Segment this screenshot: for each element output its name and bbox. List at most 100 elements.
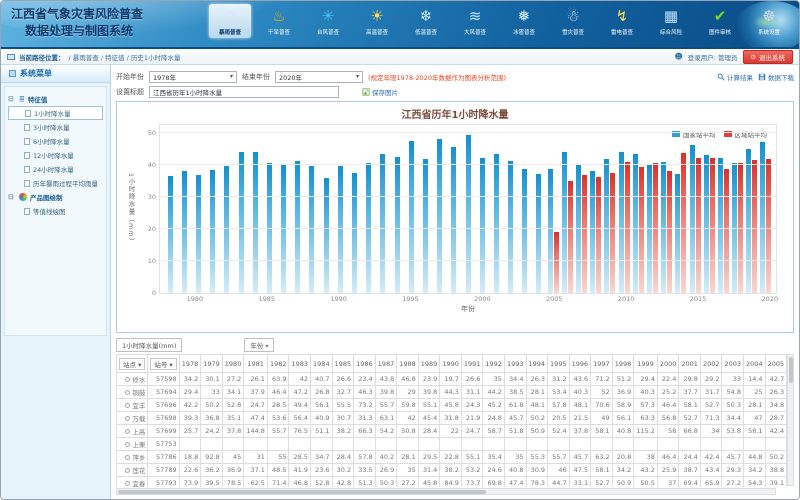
- bar-regional-2019[interactable]: [752, 160, 757, 293]
- column-header-year-1990[interactable]: 1990: [440, 355, 462, 373]
- column-header-year-2004[interactable]: 2004: [744, 355, 766, 373]
- column-header-year-1995[interactable]: 1995: [548, 355, 570, 373]
- column-header-year-1999[interactable]: 1999: [634, 355, 658, 373]
- bar-national-1986[interactable]: [281, 165, 286, 293]
- bar-regional-2005[interactable]: [554, 232, 559, 293]
- column-header-year-1994[interactable]: 1994: [526, 355, 548, 373]
- bar-national-1982[interactable]: [224, 166, 229, 293]
- bar-national-2019[interactable]: [746, 149, 751, 293]
- horizontal-scrollbar[interactable]: [116, 488, 776, 495]
- table-row-上高[interactable]: 上高5769925.724.237.8144.855.776.551.138.2…: [117, 425, 795, 438]
- bar-regional-2020[interactable]: [766, 159, 771, 293]
- toolbar-system-settings-button[interactable]: ☸系统设置: [748, 4, 790, 38]
- bar-national-1988[interactable]: [309, 166, 314, 293]
- sidebar-item-3小时降水量[interactable]: 3小时降水量: [8, 120, 103, 134]
- sidebar-item-1小时降水量[interactable]: 1小时降水量: [8, 106, 103, 120]
- column-header-station[interactable]: 站点 ▾: [117, 355, 148, 373]
- tree-group-1[interactable]: ⊟产品图绘制: [8, 190, 103, 204]
- bar-national-1990[interactable]: [338, 166, 343, 293]
- bar-national-1996[interactable]: [423, 159, 428, 293]
- bar-national-2005[interactable]: [548, 169, 553, 293]
- toolbar-map-review-button[interactable]: ✔图件审核: [699, 4, 741, 38]
- bar-national-1997[interactable]: [437, 139, 442, 293]
- scrollbar-thumb[interactable]: [118, 490, 486, 494]
- table-row-萍乡[interactable]: 萍乡5778618.892.845315528.534.728.457.840.…: [117, 451, 795, 464]
- sidebar-item-12小时降水量[interactable]: 12小时降水量: [8, 148, 103, 162]
- bar-national-2000[interactable]: [480, 158, 485, 293]
- vertical-scrollbar[interactable]: [787, 354, 794, 486]
- table-scroll-area[interactable]: 站点 ▾站号 ▾19781979198019811982198319841985…: [116, 354, 794, 487]
- row-expand-icon[interactable]: [125, 481, 130, 486]
- toolbar-lightning-button[interactable]: ↯雷电普查: [601, 4, 643, 38]
- toolbar-high-temp-button[interactable]: ☀高温普查: [356, 4, 398, 38]
- row-expand-icon[interactable]: [125, 390, 130, 395]
- row-expand-icon[interactable]: [125, 416, 130, 421]
- bar-national-1980[interactable]: [196, 175, 201, 293]
- bar-regional-2008[interactable]: [596, 177, 601, 293]
- column-header-year-2001[interactable]: 2001: [679, 355, 701, 373]
- bar-national-2007[interactable]: [576, 165, 581, 293]
- column-header-year-1988[interactable]: 1988: [397, 355, 419, 373]
- start-year-select[interactable]: 1978年 ▾: [149, 71, 237, 83]
- bar-national-2011[interactable]: [633, 154, 638, 293]
- bar-national-2008[interactable]: [590, 171, 595, 293]
- column-header-year-1978[interactable]: 1978: [179, 355, 201, 373]
- table-row-万载[interactable]: 万载5769839.336.835.147.453.656.440.930.73…: [117, 412, 795, 425]
- column-header-year-2003[interactable]: 2003: [722, 355, 744, 373]
- bar-regional-2013[interactable]: [667, 171, 672, 293]
- toolbar-snow-disaster-button[interactable]: ☃雪灾普查: [552, 4, 594, 38]
- row-expand-icon[interactable]: [125, 377, 130, 382]
- bar-national-2010[interactable]: [619, 152, 624, 293]
- save-image-button[interactable]: 保存图片: [362, 87, 398, 97]
- row-expand-icon[interactable]: [125, 455, 130, 460]
- row-expand-icon[interactable]: [125, 442, 130, 447]
- bar-national-2014[interactable]: [675, 174, 680, 293]
- table-row-上栗[interactable]: 上栗57753: [117, 438, 795, 451]
- bar-regional-2006[interactable]: [568, 181, 573, 293]
- column-header-year-1985[interactable]: 1985: [332, 355, 354, 373]
- bar-regional-2015[interactable]: [696, 158, 701, 293]
- sidebar-item-6小时降水量[interactable]: 6小时降水量: [8, 134, 103, 148]
- bar-national-1984[interactable]: [253, 152, 258, 293]
- column-header-year-1979[interactable]: 1979: [201, 355, 223, 373]
- column-header-year-1986[interactable]: 1986: [354, 355, 376, 373]
- year-filter-box[interactable]: 年份 ▾: [244, 338, 274, 352]
- bar-national-2017[interactable]: [718, 158, 723, 293]
- bar-national-2016[interactable]: [704, 155, 709, 293]
- bar-national-2001[interactable]: [494, 154, 499, 293]
- toolbar-drought-button[interactable]: ♨干旱普查: [258, 4, 300, 38]
- bar-regional-2009[interactable]: [610, 173, 615, 293]
- column-header-year-1982[interactable]: 1982: [267, 355, 289, 373]
- bar-national-2009[interactable]: [604, 159, 609, 293]
- column-header-year-2000[interactable]: 2000: [657, 355, 679, 373]
- column-header-year-1984[interactable]: 1984: [311, 355, 333, 373]
- bar-national-1979[interactable]: [182, 171, 187, 293]
- bar-national-2015[interactable]: [690, 145, 695, 293]
- table-row-宜丰[interactable]: 宜丰5769642.250.252.824.728.549.456.155.57…: [117, 399, 795, 412]
- table-row-修水[interactable]: 修水5759834.230.127.226.163.94240.726.623.…: [117, 373, 795, 386]
- column-header-year-1998[interactable]: 1998: [612, 355, 634, 373]
- row-expand-icon[interactable]: [125, 403, 130, 408]
- bar-national-1983[interactable]: [239, 152, 244, 293]
- bar-national-1987[interactable]: [295, 161, 300, 293]
- bar-national-1993[interactable]: [380, 154, 385, 293]
- bar-national-1991[interactable]: [352, 173, 357, 293]
- bar-regional-2014[interactable]: [681, 153, 686, 293]
- bar-national-1994[interactable]: [395, 157, 400, 293]
- table-row-宜春[interactable]: 宜春5779373.939.578.562.571.446.852.842.85…: [117, 477, 795, 488]
- expander-icon[interactable]: ⊟: [8, 95, 16, 103]
- toolbar-low-temp-button[interactable]: ❄低温普查: [405, 4, 447, 38]
- toolbar-wind-button[interactable]: ≋大风普查: [454, 4, 496, 38]
- chart-title-input[interactable]: [149, 86, 339, 98]
- toolbar-typhoon-button[interactable]: ✳台风普查: [307, 4, 349, 38]
- tree-group-0[interactable]: ⊟≣特征值: [8, 92, 103, 106]
- column-header-year-1983[interactable]: 1983: [289, 355, 311, 373]
- column-header-year-1997[interactable]: 1997: [591, 355, 613, 373]
- row-expand-icon[interactable]: [125, 429, 130, 434]
- table-row-莲花[interactable]: 莲花5778922.636.236.937.148.541.923.630.23…: [117, 464, 795, 477]
- expander-icon[interactable]: ⊟: [8, 193, 16, 201]
- bar-national-2006[interactable]: [562, 152, 567, 293]
- column-header-year-1992[interactable]: 1992: [483, 355, 505, 373]
- row-expand-icon[interactable]: [125, 468, 130, 473]
- compute-button[interactable]: 计算结果: [717, 72, 753, 82]
